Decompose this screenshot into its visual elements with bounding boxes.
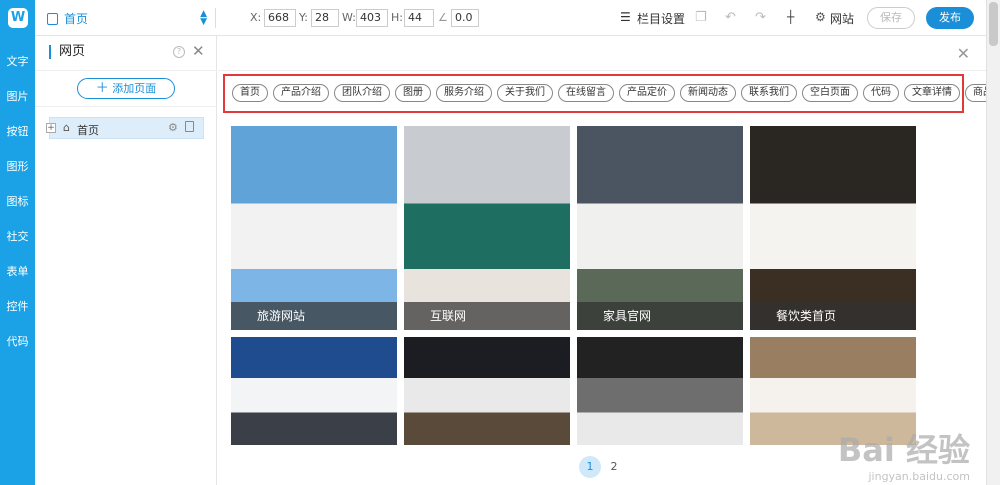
home-icon: ⌂	[63, 121, 70, 134]
template-thumbnail	[577, 126, 743, 330]
category-tag[interactable]: 联系我们	[741, 84, 797, 102]
scrollbar-thumb[interactable]	[989, 2, 998, 46]
top-bar: 首页 ▲ ▼ X: 668 Y: 28 W: 403 H: 44 ∠ 0.0 ☰ …	[35, 0, 1000, 36]
category-tag[interactable]: 团队介绍	[334, 84, 390, 102]
category-tag[interactable]: 产品介绍	[273, 84, 329, 102]
template-card[interactable]: 旅游网站	[231, 126, 397, 330]
list-icon[interactable]: ☰	[620, 10, 631, 24]
template-thumbnail	[577, 337, 743, 445]
toolbar-code[interactable]: 代码	[0, 333, 35, 349]
template-thumbnail	[750, 126, 916, 330]
category-tag[interactable]: 文章详情	[904, 84, 960, 102]
template-thumbnail	[404, 337, 570, 445]
template-card[interactable]: 互联网	[404, 126, 570, 330]
undo-icon[interactable]: ↶	[725, 10, 736, 25]
divider	[215, 8, 216, 28]
toolbar-icon[interactable]: 图标	[0, 193, 35, 209]
template-caption: 互联网	[404, 302, 570, 330]
category-tag[interactable]: 服务介绍	[436, 84, 492, 102]
toolbar-text[interactable]: 文字	[0, 53, 35, 69]
template-card[interactable]	[231, 337, 397, 445]
scrollbar[interactable]	[986, 0, 1000, 485]
toolbar-form[interactable]: 表单	[0, 263, 35, 279]
add-page-button[interactable]: ＋ 添加页面	[77, 78, 175, 99]
template-card[interactable]	[577, 337, 743, 445]
guides-icon[interactable]: ┼	[787, 10, 794, 24]
page-1-button[interactable]: 1	[579, 456, 601, 478]
category-tag[interactable]: 代码	[863, 84, 899, 102]
template-thumbnail	[231, 126, 397, 330]
category-tag[interactable]: 新闻动态	[680, 84, 736, 102]
help-icon[interactable]: ?	[173, 46, 185, 58]
watermark: Bai 经验	[837, 431, 970, 469]
page-panel: 网页 ? ✕ ＋ 添加页面 + ⌂ 首页 ⚙	[35, 36, 217, 485]
trash-icon[interactable]	[185, 121, 194, 132]
page-2-button[interactable]: 2	[603, 456, 625, 478]
template-caption: 餐饮类首页	[750, 302, 916, 330]
page-icon	[47, 13, 58, 25]
copy-icon[interactable]: ❐	[695, 10, 707, 25]
template-caption: 家具官网	[577, 302, 743, 330]
template-thumbnail	[231, 337, 397, 445]
angle-icon: ∠	[438, 11, 448, 24]
category-tag[interactable]: 首页	[232, 84, 268, 102]
toolbar-image[interactable]: 图片	[0, 88, 35, 104]
x-label: X:	[250, 11, 262, 24]
redo-icon[interactable]: ↷	[755, 10, 766, 25]
w-input[interactable]: 403	[356, 9, 388, 27]
sort-arrows-icon: ▲ ▼	[200, 9, 207, 27]
template-card[interactable]	[404, 337, 570, 445]
divider	[35, 106, 217, 107]
close-icon[interactable]: ✕	[192, 42, 205, 60]
page-item-label: 首页	[77, 124, 99, 137]
template-card[interactable]: 餐饮类首页	[750, 126, 916, 330]
plus-icon: ＋	[95, 81, 109, 96]
divider	[218, 70, 986, 71]
gear-icon[interactable]: ⚙	[168, 121, 178, 134]
h-label: H:	[391, 11, 403, 24]
left-toolbar: W 文字 图片 按钮 图形 图标 社交 表单 控件 代码	[0, 0, 35, 485]
category-tag[interactable]: 空白页面	[802, 84, 858, 102]
column-settings-button[interactable]: 栏目设置	[637, 10, 685, 27]
category-tags-highlight: 首页 产品介绍 团队介绍 图册 服务介绍 关于我们 在线留言 产品定价 新闻动态 联系我们 空白页面…	[223, 74, 1000, 113]
toolbar-shape[interactable]: 图形	[0, 158, 35, 174]
category-tag[interactable]: 在线留言	[558, 84, 614, 102]
toolbar-button[interactable]: 按钮	[0, 123, 35, 139]
page-select[interactable]: 首页 ▲ ▼	[47, 9, 207, 27]
save-button[interactable]: 保存	[867, 7, 915, 29]
template-caption: 旅游网站	[231, 302, 397, 330]
watermark-url: jingyan.baidu.com	[868, 470, 970, 483]
website-button[interactable]: 网站	[830, 10, 854, 27]
toolbar-social[interactable]: 社交	[0, 228, 35, 244]
angle-input[interactable]: 0.0	[451, 9, 479, 27]
category-tag[interactable]: 关于我们	[497, 84, 553, 102]
toolbar-control[interactable]: 控件	[0, 298, 35, 314]
category-tags: 首页 产品介绍 团队介绍 图册 服务介绍 关于我们 在线留言 产品定价 新闻动态 联系我们 空白页面…	[232, 84, 1000, 102]
close-icon[interactable]: ✕	[957, 44, 970, 63]
page-list-item[interactable]: + ⌂ 首页 ⚙	[46, 117, 204, 139]
template-card[interactable]: 家具官网	[577, 126, 743, 330]
gear-icon[interactable]: ⚙	[815, 10, 826, 24]
category-tag[interactable]: 图册	[395, 84, 431, 102]
category-tag[interactable]: 产品定价	[619, 84, 675, 102]
publish-button[interactable]: 发布	[926, 7, 974, 29]
template-thumbnail	[404, 126, 570, 330]
app-logo[interactable]: W	[8, 8, 28, 28]
h-input[interactable]: 44	[404, 9, 434, 27]
x-input[interactable]: 668	[264, 9, 296, 27]
panel-title: 网页	[49, 45, 85, 59]
template-gallery: ✕ 首页 产品介绍 团队介绍 图册 服务介绍 关于我们 在线留言 产品定价 新闻动态 联系我们 空白…	[218, 36, 1000, 485]
y-label: Y:	[299, 11, 308, 24]
add-page-label: 添加页面	[112, 82, 157, 95]
w-label: W:	[342, 11, 356, 24]
expand-icon[interactable]: +	[46, 123, 56, 133]
page-select-label: 首页	[64, 12, 89, 26]
divider	[35, 70, 217, 71]
y-input[interactable]: 28	[311, 9, 339, 27]
